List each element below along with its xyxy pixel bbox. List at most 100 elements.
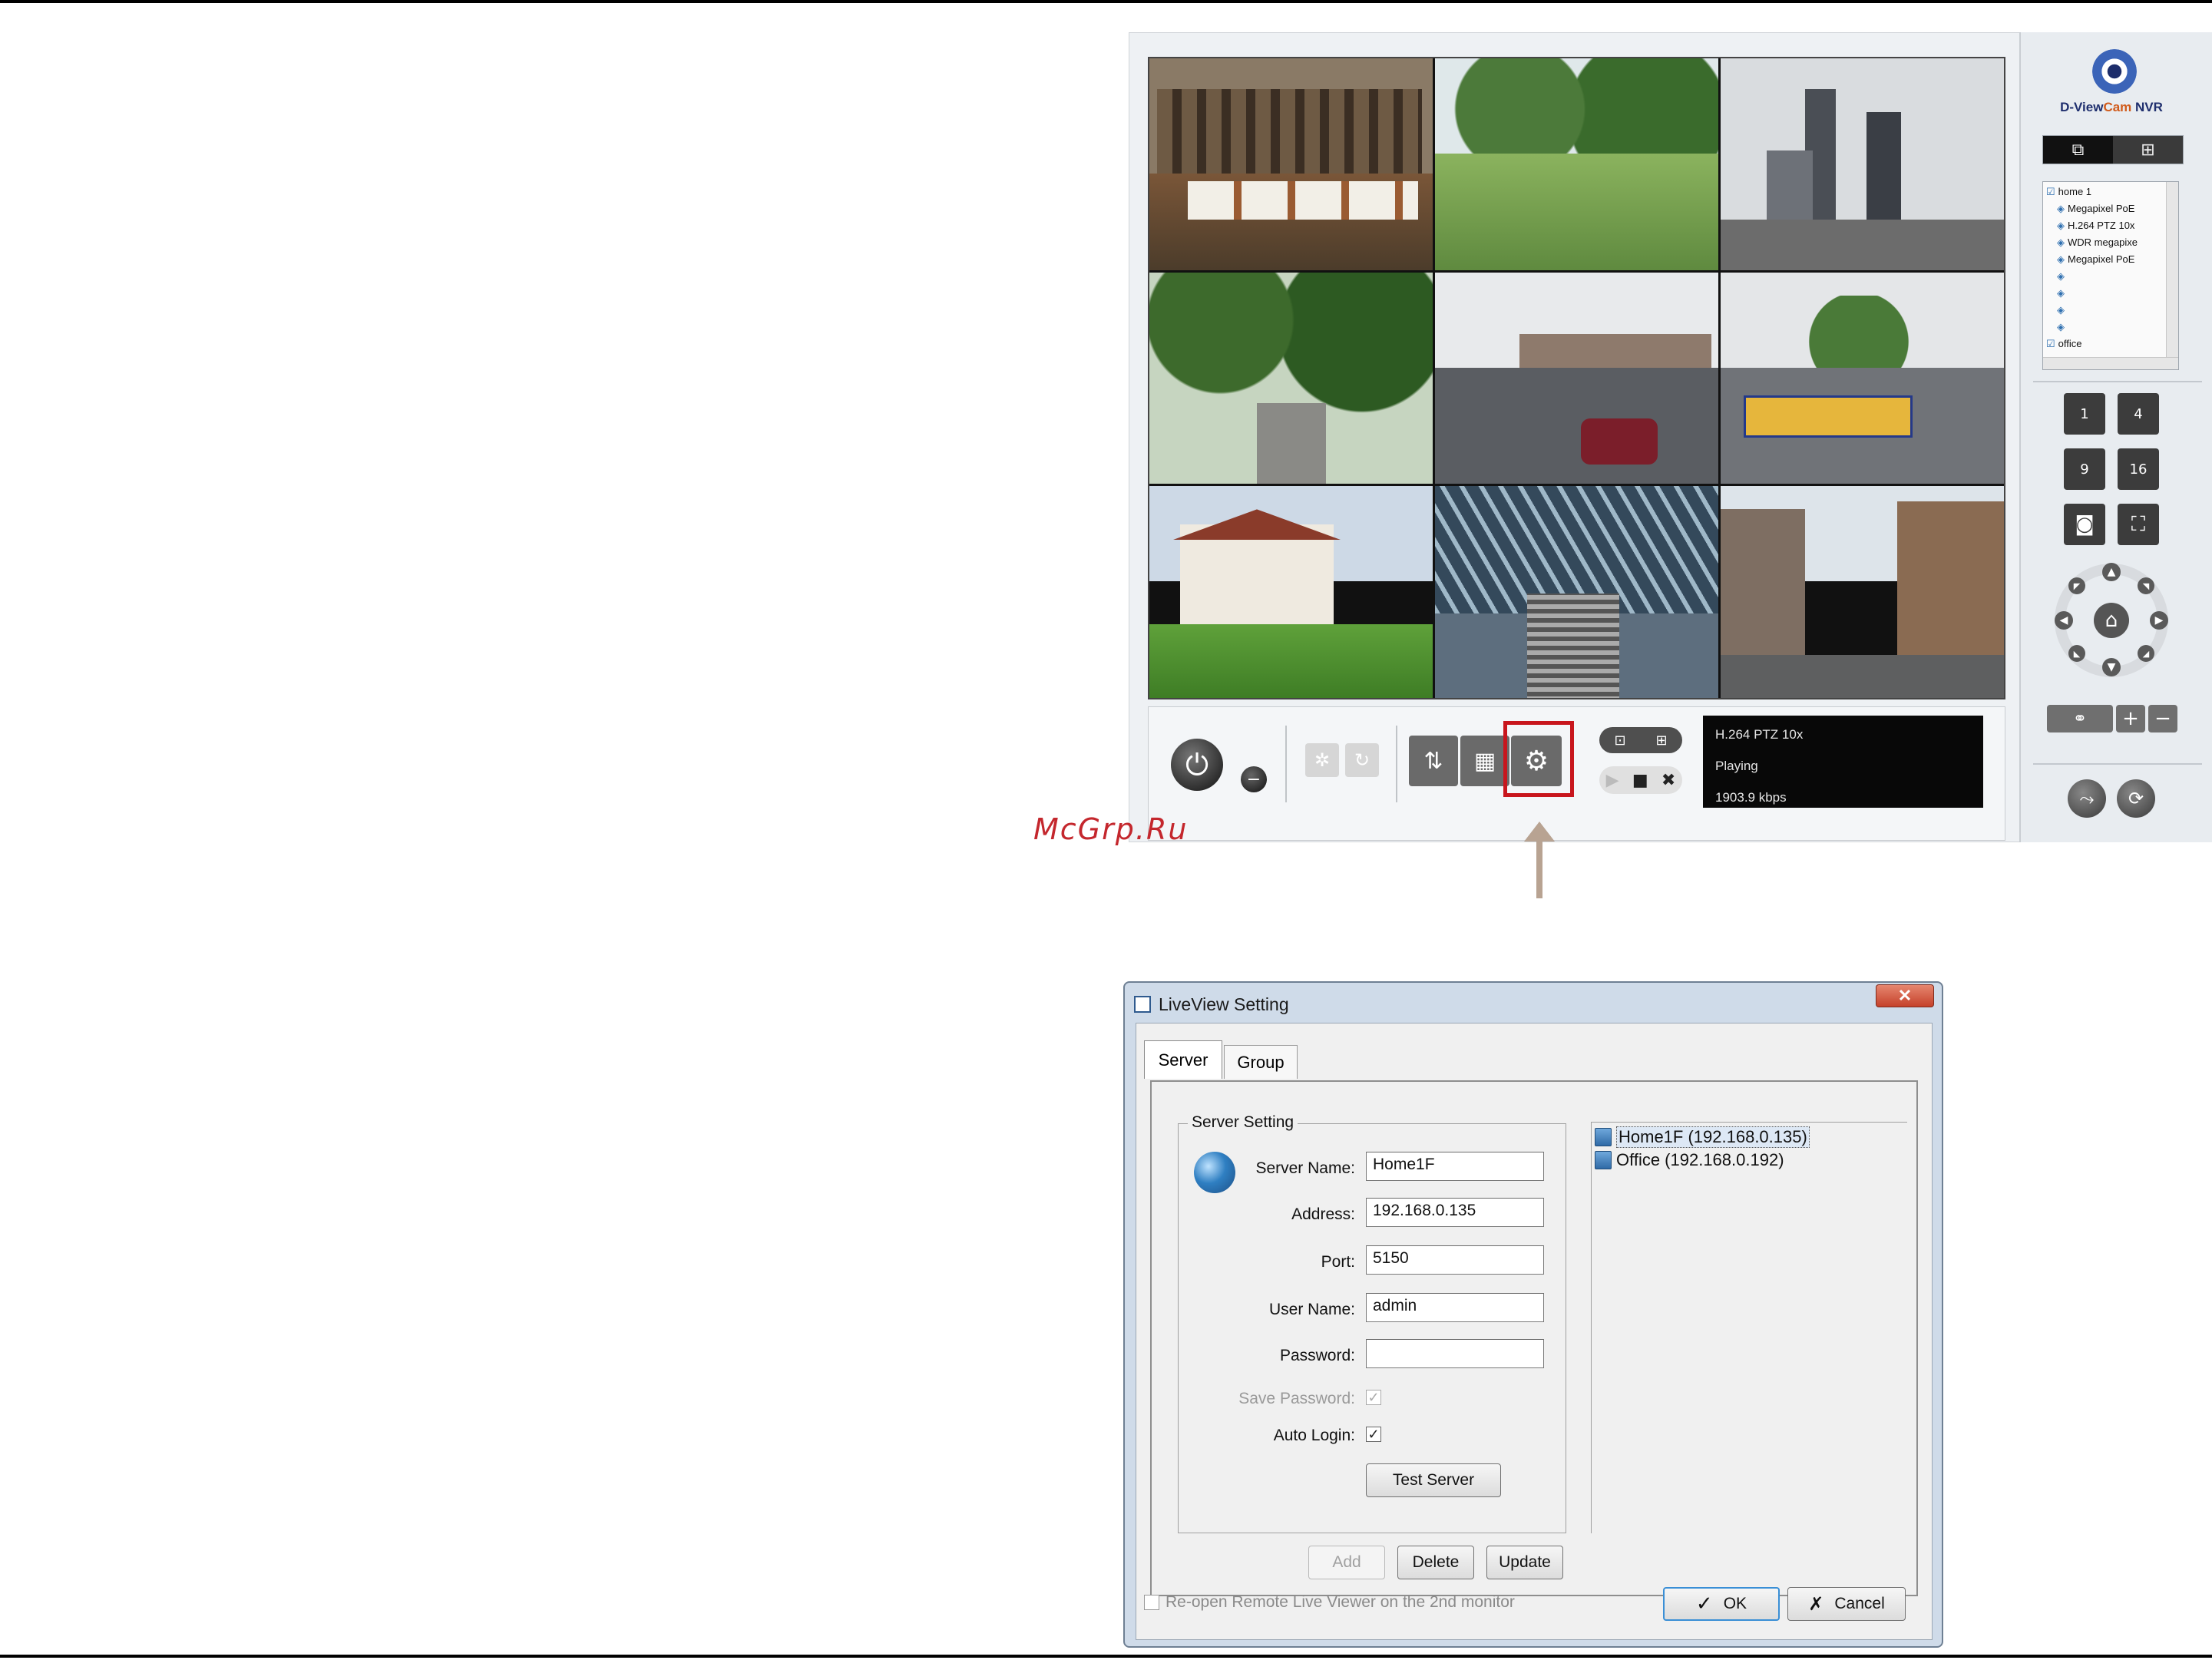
camera-tree-item[interactable]: ◈ WDR megapixe xyxy=(2046,234,2163,251)
camera-view-7[interactable] xyxy=(1149,486,1433,698)
tab-server[interactable]: Server xyxy=(1144,1040,1222,1079)
check-icon: ✓ xyxy=(1695,1592,1713,1615)
logo-text-dview: D-View xyxy=(2060,100,2104,114)
layout-4-button[interactable]: 4 xyxy=(2118,393,2159,435)
camera-view-3[interactable] xyxy=(1721,58,2004,270)
layout-9-button[interactable]: 9 xyxy=(2064,448,2105,490)
dialog-close-button[interactable]: ✕ xyxy=(1876,984,1934,1007)
ok-button[interactable]: ✓ OK xyxy=(1663,1587,1780,1621)
snapshot-camera-icon[interactable]: ◙ xyxy=(2064,504,2105,545)
snapshot-mode-icon[interactable]: ⊡ xyxy=(1614,732,1625,749)
tab-group[interactable]: Group xyxy=(1224,1045,1298,1079)
ptz-downright-icon[interactable]: ◢ xyxy=(2138,645,2154,662)
camera-icon: ◈ xyxy=(2057,203,2065,214)
camera-view-4[interactable] xyxy=(1149,272,1433,484)
camera-tree-label: H.264 PTZ 10x xyxy=(2068,220,2135,231)
audio-control-pill[interactable]: ⊡ ⊞ xyxy=(1599,727,1682,753)
save-password-label: Save Password: xyxy=(1238,1390,1355,1407)
camera-icon: ◈ xyxy=(2057,321,2065,332)
x-icon: ✗ xyxy=(1808,1593,1824,1615)
zoom-out-icon[interactable]: − xyxy=(2148,705,2177,732)
camera-tree-item[interactable]: ◈ xyxy=(2046,285,2163,302)
camera-tree-item[interactable]: ☑ office xyxy=(2046,336,2163,352)
settings-highlight-box xyxy=(1503,721,1574,797)
camera-view-2[interactable] xyxy=(1435,58,1718,270)
camera-tree-item[interactable]: ◈ H.264 PTZ 10x xyxy=(2046,217,2163,234)
dialog-title: LiveView Setting xyxy=(1159,994,1289,1014)
camera-tree-item[interactable]: ◈ xyxy=(2046,268,2163,285)
recording-clapper-icon[interactable]: ▦ xyxy=(1460,736,1509,786)
server-name-field[interactable]: Home1F xyxy=(1366,1152,1544,1181)
dialog-body: Server Group Server Setting Server Name:… xyxy=(1136,1023,1933,1640)
camera-tree-item[interactable]: ☑ home 1 xyxy=(2046,184,2163,200)
add-button[interactable]: Add xyxy=(1308,1546,1385,1579)
zoom-in-icon[interactable]: + xyxy=(2116,705,2145,732)
update-button[interactable]: Update xyxy=(1486,1546,1563,1579)
delete-button[interactable]: Delete xyxy=(1397,1546,1474,1579)
camera-tree-label: home 1 xyxy=(2058,186,2092,197)
password-field[interactable] xyxy=(1366,1339,1544,1368)
server-icon xyxy=(1595,1128,1612,1146)
server-icon xyxy=(1595,1151,1612,1169)
camera-tree: ☑ home 1 ◈ Megapixel PoE ◈ H.264 PTZ 10x ◈ WDR … xyxy=(2042,181,2179,370)
ptz-upright-icon[interactable]: ◥ xyxy=(2138,577,2154,594)
play-icon[interactable]: ▶ xyxy=(1606,771,1619,790)
camera-tree-item[interactable]: ◈ xyxy=(2046,319,2163,336)
server-list-item[interactable]: Home1F (192.168.0.135) xyxy=(1595,1126,1810,1149)
password-label: Password: xyxy=(1279,1347,1355,1364)
power-button[interactable]: ⏻ xyxy=(1171,739,1223,791)
fit-mode-icon[interactable]: ⊞ xyxy=(1655,732,1667,749)
auto-login-checkbox[interactable]: ✓ xyxy=(1366,1427,1381,1442)
preset-path-icon[interactable]: ⤳ xyxy=(2068,779,2106,818)
liveview-setting-dialog: LiveView Setting ✕ Server Group Server S… xyxy=(1123,981,1943,1648)
close-stream-icon[interactable]: ✖ xyxy=(1661,771,1675,790)
minimize-button[interactable]: − xyxy=(1241,766,1267,792)
camera-view-8[interactable] xyxy=(1435,486,1718,698)
ptz-downleft-icon[interactable]: ◣ xyxy=(2068,645,2085,662)
camera-tree-item[interactable]: ◈ Megapixel PoE xyxy=(2046,200,2163,217)
tree-hscrollbar[interactable] xyxy=(2043,357,2178,369)
eye-logo-icon xyxy=(2092,49,2137,94)
ptz-upleft-icon[interactable]: ◤ xyxy=(2068,577,2085,594)
e-map-tab-icon[interactable]: ⊞ xyxy=(2113,136,2183,164)
test-server-button[interactable]: Test Server xyxy=(1366,1463,1501,1497)
logo-text-nvr: NVR xyxy=(2131,100,2163,114)
export-icon[interactable]: ⇅ xyxy=(1409,736,1458,786)
reopen-checkbox[interactable] xyxy=(1144,1595,1159,1610)
save-password-checkbox[interactable]: ✓ xyxy=(1366,1390,1381,1405)
camera-view-6[interactable] xyxy=(1721,272,2004,484)
sidebar-divider xyxy=(2033,381,2202,382)
ptz-home-icon[interactable]: ⌂ xyxy=(2094,603,2129,638)
port-field[interactable]: 5150 xyxy=(1366,1245,1544,1275)
cancel-button[interactable]: ✗ Cancel xyxy=(1787,1587,1906,1621)
server-setting-title: Server Setting xyxy=(1188,1113,1298,1132)
server-list-item[interactable]: Office (192.168.0.192) xyxy=(1595,1149,1810,1172)
address-field[interactable]: 192.168.0.135 xyxy=(1366,1198,1544,1227)
camera-tree-item[interactable]: ◈ Megapixel PoE xyxy=(2046,251,2163,268)
top-rule xyxy=(0,0,2212,3)
playback-control-pill[interactable]: ▶ ■ ✖ xyxy=(1599,766,1682,794)
ptz-up-icon[interactable]: ▲ xyxy=(2102,563,2121,581)
binoculars-icon[interactable]: ⚭ xyxy=(2047,705,2113,732)
stop-icon[interactable]: ■ xyxy=(1632,771,1648,790)
ptz-left-icon[interactable]: ◀ xyxy=(2055,611,2073,630)
layout-1-button[interactable]: 1 xyxy=(2064,393,2105,435)
dialog-app-icon xyxy=(1134,996,1151,1013)
stream-status-panel: H.264 PTZ 10x Playing 1903.9 kbps xyxy=(1703,716,1983,808)
camera-tree-item[interactable]: ◈ xyxy=(2046,302,2163,319)
camera-view-1[interactable] xyxy=(1149,58,1433,270)
tree-scrollbar[interactable] xyxy=(2166,182,2178,357)
camera-view-9[interactable] xyxy=(1721,486,2004,698)
ptz-right-icon[interactable]: ▶ xyxy=(2150,611,2168,630)
user-name-field[interactable]: admin xyxy=(1366,1293,1544,1322)
refresh-icon[interactable]: ↻ xyxy=(1345,743,1379,777)
sequence-icon[interactable]: ✲ xyxy=(1305,743,1339,777)
ptz-down-icon[interactable]: ▼ xyxy=(2102,658,2121,676)
patrol-icon[interactable]: ⟳ xyxy=(2117,779,2155,818)
layout-16-button[interactable]: 16 xyxy=(2118,448,2159,490)
camera-tree-label: Megapixel PoE xyxy=(2068,203,2135,214)
auto-login-label: Auto Login: xyxy=(1273,1427,1355,1444)
live-view-tab-icon[interactable]: ⧉ xyxy=(2043,136,2113,164)
fullscreen-icon[interactable]: ⛶ xyxy=(2118,504,2159,545)
camera-view-5[interactable] xyxy=(1435,272,1718,484)
